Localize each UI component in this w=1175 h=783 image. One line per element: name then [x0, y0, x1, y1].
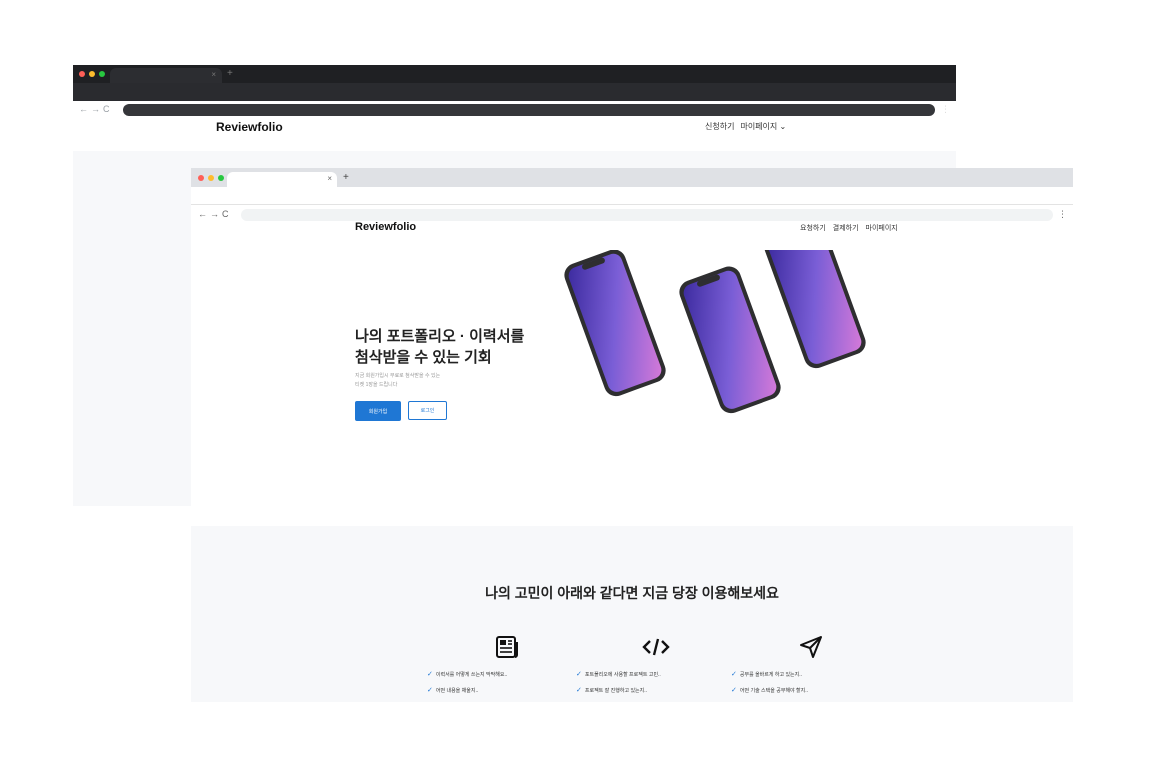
signup-button[interactable]: 회원가입: [355, 401, 401, 421]
front-browser-window: × + ←→C ⋮ Reviewfolio 요청하기 결제하기 마이페이지 나의…: [191, 168, 1073, 702]
nav-buttons[interactable]: ←→C: [79, 104, 113, 114]
check-icon: ✓: [427, 687, 433, 694]
tab-bar: × +: [73, 65, 956, 83]
browser-menu-icon[interactable]: ⋮: [941, 104, 950, 115]
address-field[interactable]: [241, 209, 1053, 221]
window-controls: [198, 175, 224, 181]
new-tab-icon[interactable]: +: [227, 68, 233, 79]
nav-buttons[interactable]: ←→C: [198, 209, 232, 219]
browser-menu-icon[interactable]: ⋮: [1058, 209, 1067, 220]
concern-item: ✓ 이력서를 어떻게 쓰는지 막막해요..: [427, 671, 508, 678]
phone-image: [764, 250, 866, 369]
tab-bar: × +: [191, 168, 1073, 187]
hero-subtitle-line: 티켓 1장을 드립니다: [355, 382, 398, 388]
hero-subtitle-line: 지금 회원가입시 무료로 첨삭받을 수 있는: [355, 373, 441, 379]
phone-image: [679, 266, 781, 414]
nav-apply-link[interactable]: 신청하기: [705, 121, 734, 132]
minimize-window-icon[interactable]: [208, 175, 214, 181]
feature-resume: ✓ 이력서를 어떻게 쓰는지 막막해요.. ✓ 어떤 내용을 채울지..: [427, 634, 587, 702]
chevron-down-icon: ⌄: [779, 122, 787, 131]
check-icon: ✓: [731, 671, 737, 678]
close-window-icon[interactable]: [79, 71, 85, 77]
maximize-window-icon[interactable]: [99, 71, 105, 77]
nav-mypage-link[interactable]: 마이페이지 ⌄: [740, 121, 786, 132]
check-icon: ✓: [427, 671, 433, 678]
top-nav: 요청하기 결제하기 마이페이지: [800, 223, 898, 233]
browser-tab[interactable]: ×: [110, 68, 222, 83]
address-field[interactable]: [123, 104, 935, 116]
check-icon: ✓: [731, 687, 737, 694]
window-controls: [79, 71, 105, 77]
concern-item: ✓ 프로젝트 잘 진행하고 있는지..: [576, 687, 648, 694]
login-button[interactable]: 로그인: [408, 401, 447, 420]
concern-item: ✓ 공부를 올바르게 하고 있는지..: [731, 671, 803, 678]
concern-item: ✓ 어떤 내용을 채울지..: [427, 687, 479, 694]
check-icon: ✓: [576, 687, 582, 694]
url-bar: ←→C ⋮: [73, 83, 956, 116]
hero-subtitle: 지금 회원가입시 무료로 첨삭받을 수 있는 티켓 1장을 드립니다: [355, 372, 505, 390]
hero-title: 나의 포트폴리오 · 이력서를 첨삭받을 수 있는 기회: [355, 326, 575, 368]
concern-item: ✓ 포트폴리오에 사용할 프로젝트 고민..: [576, 671, 661, 678]
phone-image: [564, 250, 666, 397]
url-bar: ←→C ⋮: [191, 187, 1073, 221]
top-nav: 신청하기 마이페이지 ⌄: [705, 121, 786, 132]
nav-mypage-link[interactable]: 마이페이지: [866, 223, 898, 233]
section-title: 나의 고민이 아래와 같다면 지금 당장 이용해보세요: [485, 585, 779, 601]
nav-request-link[interactable]: 요청하기: [800, 223, 826, 233]
concerns-section: 나의 고민이 아래와 같다면 지금 당장 이용해보세요 ✓ 이력서를 어떻게 쓰는…: [191, 526, 1073, 702]
minimize-window-icon[interactable]: [89, 71, 95, 77]
newspaper-icon: [427, 634, 587, 660]
paper-plane-icon: [731, 634, 891, 660]
code-icon: [576, 634, 736, 660]
site-logo[interactable]: Reviewfolio: [355, 221, 416, 233]
hero-title-line: 첨삭받을 수 있는 기회: [355, 349, 492, 366]
feature-portfolio: ✓ 포트폴리오에 사용할 프로젝트 고민.. ✓ 프로젝트 잘 진행하고 있는지..: [576, 634, 736, 702]
concern-item: ✓ 어떤 기술 스택을 공부해야 할지..: [731, 687, 809, 694]
phones-illustration: [564, 250, 866, 414]
nav-pay-link[interactable]: 결제하기: [833, 223, 859, 233]
maximize-window-icon[interactable]: [218, 175, 224, 181]
close-tab-icon[interactable]: ×: [327, 174, 332, 183]
hero-title-line: 나의 포트폴리오 · 이력서를: [355, 328, 525, 345]
feature-study: ✓ 공부를 올바르게 하고 있는지.. ✓ 어떤 기술 스택을 공부해야 할지..: [731, 634, 891, 702]
close-tab-icon[interactable]: ×: [211, 70, 216, 79]
close-window-icon[interactable]: [198, 175, 204, 181]
site-logo[interactable]: Reviewfolio: [216, 120, 283, 134]
browser-tab[interactable]: ×: [227, 172, 337, 187]
check-icon: ✓: [576, 671, 582, 678]
new-tab-icon[interactable]: +: [343, 172, 349, 183]
